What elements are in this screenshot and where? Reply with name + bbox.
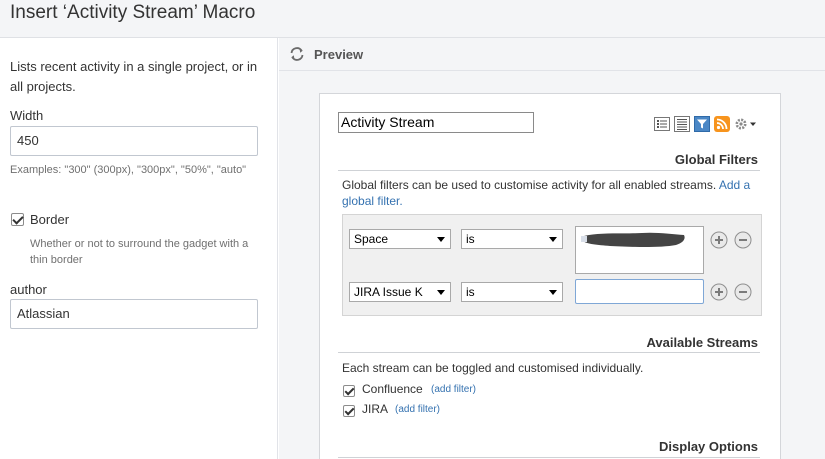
chevron-down-icon [549,237,557,242]
filter-operator-select[interactable]: is [461,229,563,249]
macro-description: Lists recent activity in a single projec… [10,59,258,94]
jira-add-filter-link[interactable]: (add filter) [395,404,440,415]
preview-header: Preview [279,38,825,71]
filter-operator-value: is [466,232,475,246]
list-view-icon[interactable] [654,116,670,132]
divider [338,352,760,353]
display-options-heading: Display Options [659,439,758,454]
gadget-title-input[interactable]: Activity Stream [338,112,534,133]
stream-name: Confluence [362,382,423,396]
width-label: Width [10,108,44,123]
divider [338,457,760,458]
filter-operator-select[interactable]: is [461,282,563,302]
redacted-value-image [581,232,685,247]
view-toolbar [654,116,764,132]
chevron-down-icon [437,237,445,242]
filter-field-value: JIRA Issue K [354,285,423,299]
global-filter-rows: Space is JIRA Issue K is [342,214,762,316]
filter-operator-value: is [466,285,475,299]
border-checkbox[interactable] [11,213,24,226]
preview-label: Preview [314,47,364,62]
gadget-preview-frame: Activity Stream Global Filters Global fi… [319,93,781,459]
border-help-text: Whether or not to surround the gadget wi… [30,238,249,266]
detail-view-icon[interactable] [674,116,690,132]
available-streams-description: Each stream can be toggled and customise… [342,361,644,375]
author-label: author [10,282,47,297]
confluence-stream-checkbox[interactable] [343,385,355,397]
filter-field-value: Space [354,232,389,246]
stream-name: JIRA [362,402,389,416]
rss-icon[interactable] [714,116,730,132]
width-help-text: Examples: "300" (300px), "300px", "50%",… [10,164,247,176]
dialog-title: Insert ‘Activity Stream’ Macro [10,2,256,23]
preview-panel: Preview Activity Stream Global Filters G… [279,38,825,459]
refresh-icon[interactable] [289,46,305,62]
author-input[interactable]: Atlassian [10,299,258,329]
issue-key-input[interactable] [575,279,704,304]
dialog-header: Insert ‘Activity Stream’ Macro [0,0,825,38]
global-filters-heading: Global Filters [674,152,758,167]
remove-filter-row-icon[interactable] [734,231,752,249]
confluence-add-filter-link[interactable]: (add filter) [431,384,476,395]
gear-menu-icon[interactable] [734,116,760,132]
available-streams-heading: Available Streams [646,335,758,350]
border-label: Border [30,212,70,227]
width-input[interactable]: 450 [10,126,258,156]
global-filters-description: Global filters can be used to customise … [342,177,762,209]
divider [338,170,760,171]
add-filter-row-icon[interactable] [710,231,728,249]
jira-stream-checkbox[interactable] [343,405,355,417]
chevron-down-icon [549,290,557,295]
filter-field-select[interactable]: JIRA Issue K [349,282,451,302]
remove-filter-row-icon[interactable] [734,283,752,301]
filter-field-select[interactable]: Space [349,229,451,249]
filter-icon[interactable] [694,116,710,132]
add-filter-row-icon[interactable] [710,283,728,301]
macro-parameters-panel: Lists recent activity in a single projec… [0,38,278,459]
space-value-list[interactable] [575,226,704,274]
chevron-down-icon [437,290,445,295]
global-filters-text: Global filters can be used to customise … [342,178,717,192]
